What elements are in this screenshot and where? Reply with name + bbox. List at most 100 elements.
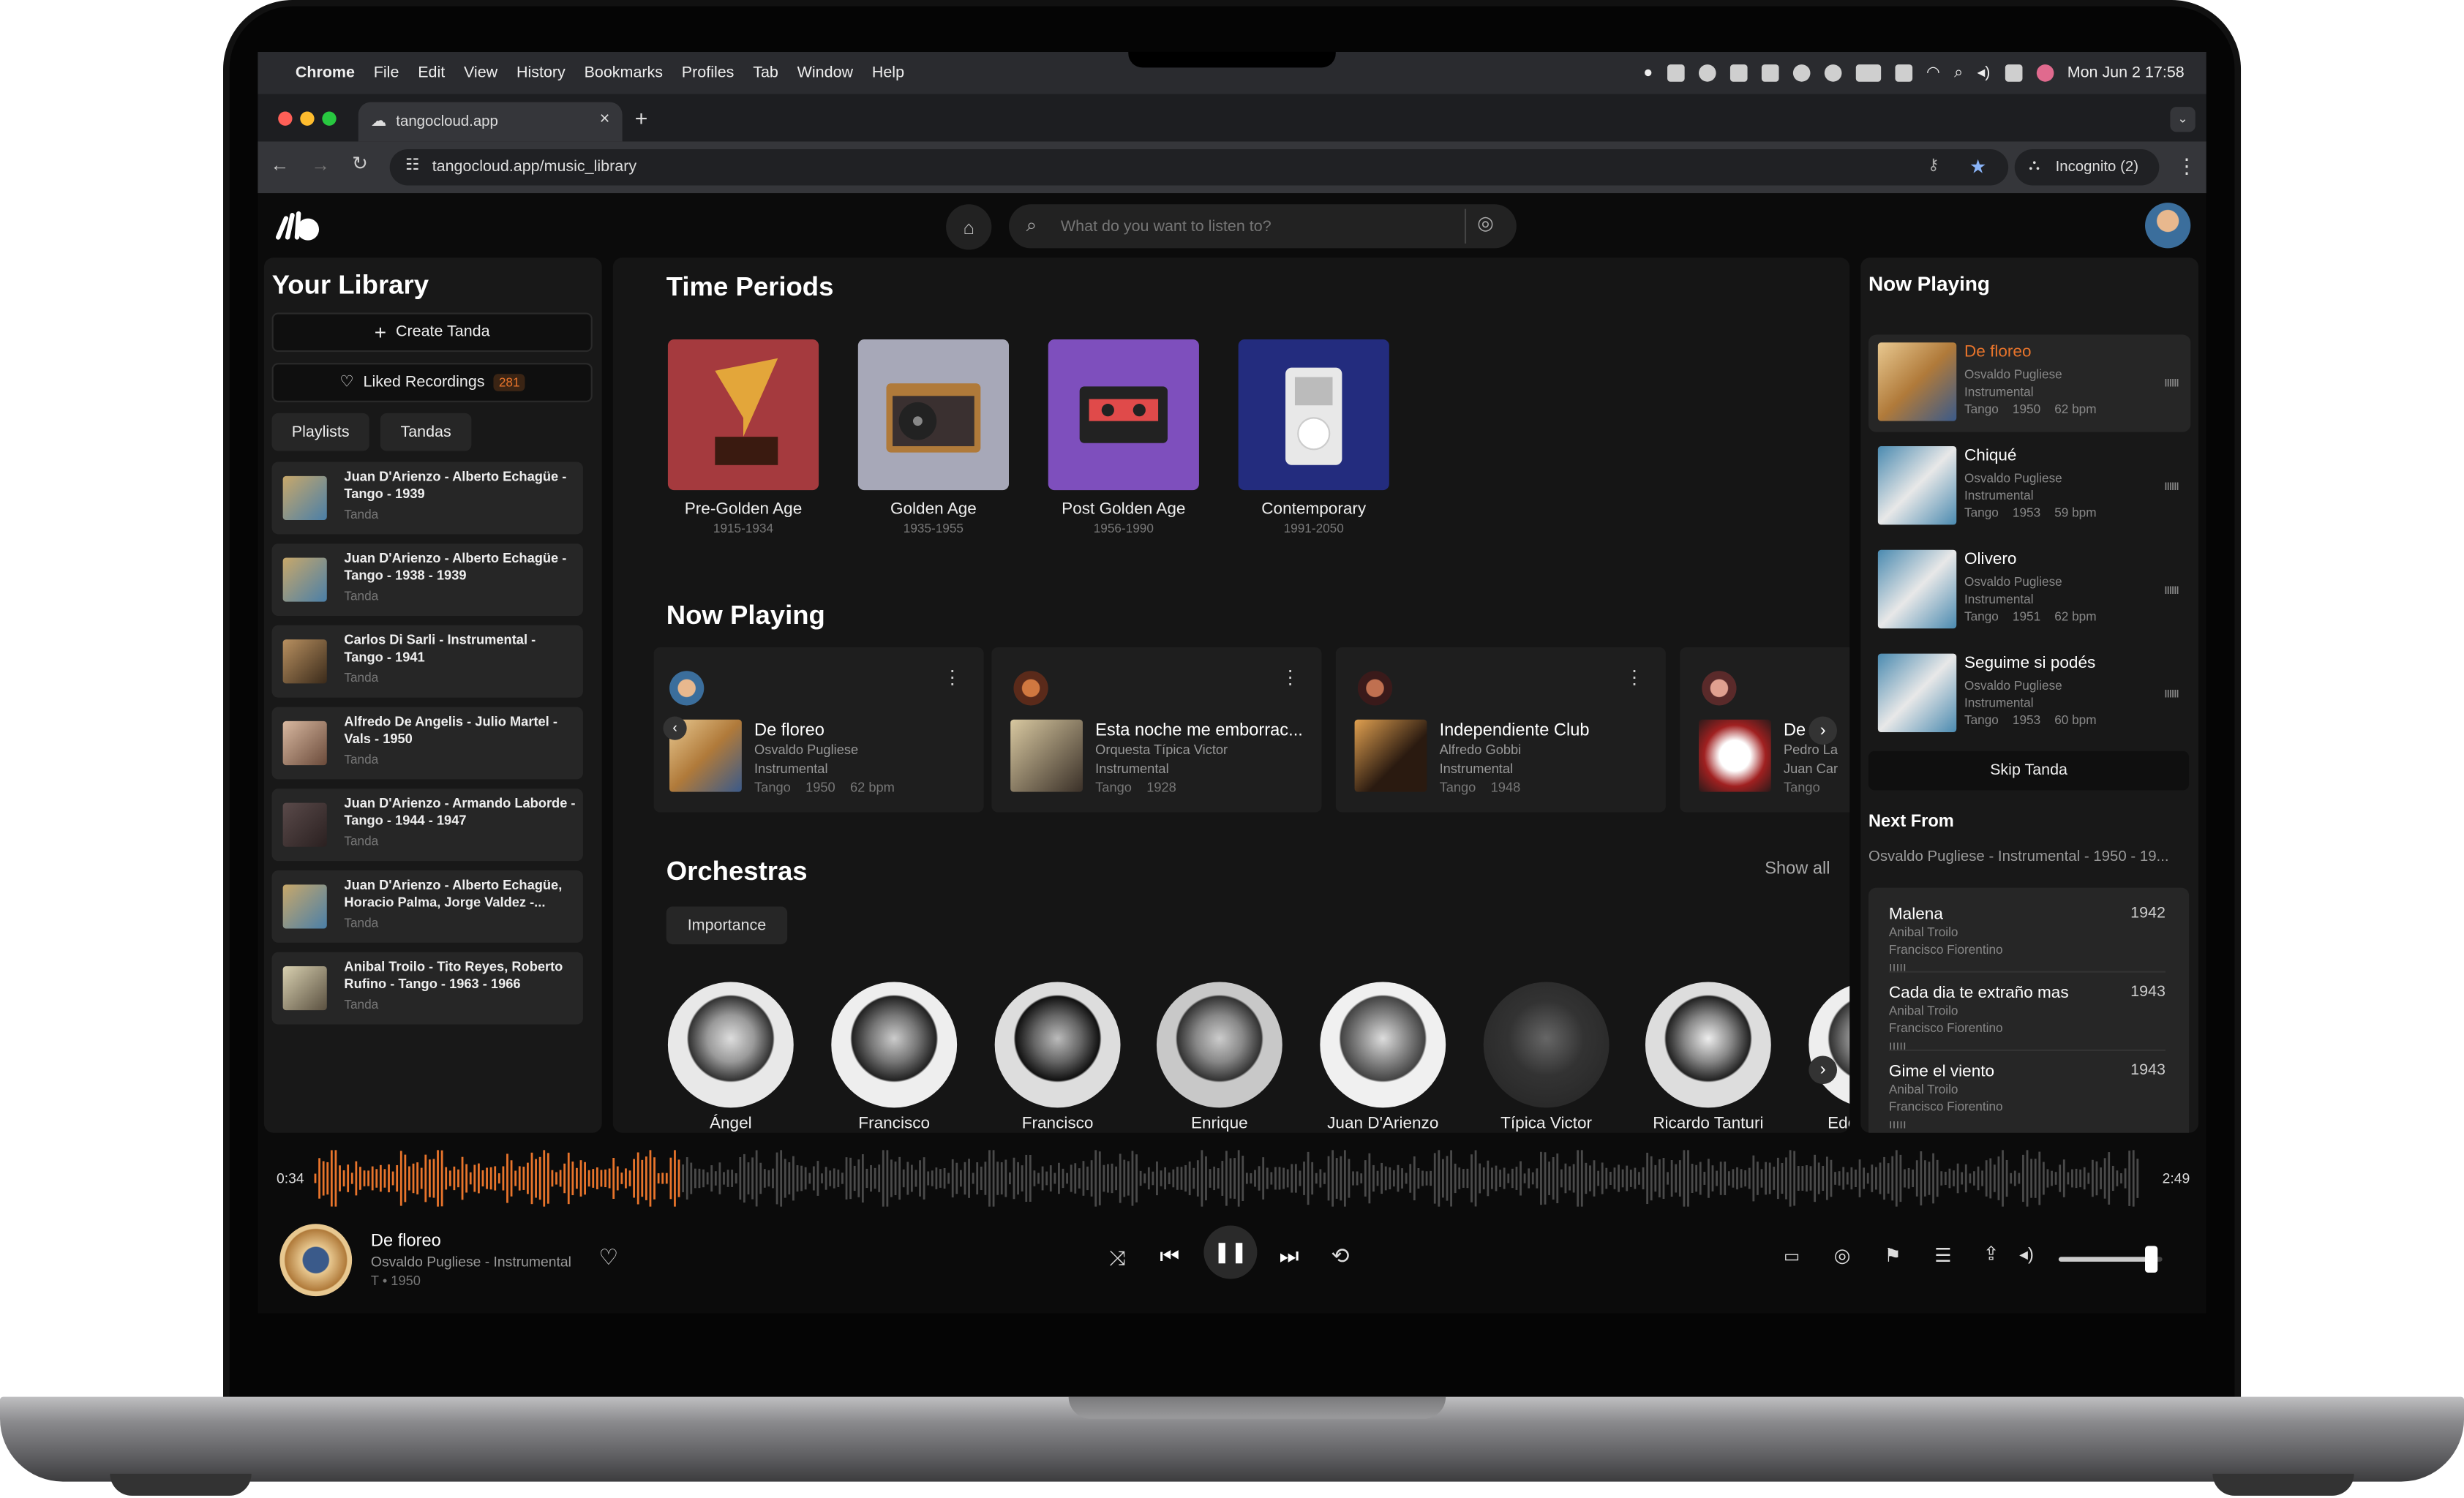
- queue-item[interactable]: Olivero Osvaldo Pugliese Instrumental Ta…: [1868, 542, 2190, 639]
- orchestra-avatar[interactable]: [1645, 982, 1771, 1108]
- spotlight-search-icon[interactable]: ⌕: [1954, 64, 1963, 82]
- new-tab-icon[interactable]: +: [635, 105, 648, 130]
- menu-edit[interactable]: Edit: [418, 64, 445, 82]
- listener-avatar[interactable]: [1702, 671, 1737, 706]
- record-dot-icon[interactable]: ●: [1643, 64, 1653, 82]
- password-key-icon[interactable]: ⚷: [1928, 157, 1939, 175]
- close-tab-icon[interactable]: ×: [600, 110, 610, 129]
- device-icon[interactable]: ▭: [1784, 1246, 1800, 1267]
- menu-file[interactable]: File: [374, 64, 399, 82]
- next-item[interactable]: Cada dia te extraño mas 1943 Anibal Troilo…: [1889, 984, 2166, 1053]
- orchestra-name[interactable]: Edgar: [1790, 1114, 1849, 1133]
- carousel-prev-button[interactable]: ‹: [663, 716, 687, 740]
- importance-filter-chip[interactable]: Importance: [666, 906, 788, 944]
- target-icon[interactable]: ◎: [1834, 1244, 1851, 1266]
- now-playing-card[interactable]: ⋮ ‹ De floreo Osvaldo Pugliese Instrumen…: [653, 647, 984, 813]
- tab-playlists[interactable]: Playlists: [271, 413, 369, 451]
- tanda-item[interactable]: Juan D'Arienzo - Alberto Echagüe, Horaci…: [271, 870, 583, 943]
- player-title[interactable]: De floreo: [371, 1232, 441, 1251]
- orchestra-name[interactable]: Juan D'Arienzo: [1302, 1114, 1465, 1133]
- tanda-item[interactable]: Juan D'Arienzo - Alberto Echagüe - Tango…: [271, 543, 583, 617]
- create-tanda-button[interactable]: + Create Tanda: [271, 312, 593, 353]
- cloud-icon[interactable]: [1729, 64, 1748, 82]
- orchestras-next-button[interactable]: ›: [1808, 1055, 1838, 1085]
- tanda-item[interactable]: Juan D'Arienzo - Armando Laborde - Tango…: [271, 788, 583, 862]
- tanda-item[interactable]: Juan D'Arienzo - Alberto Echagüe - Tango…: [271, 462, 583, 535]
- orchestra-name[interactable]: Enrique: [1138, 1114, 1301, 1133]
- search-input[interactable]: [1060, 211, 1454, 241]
- user-avatar[interactable]: [2145, 203, 2191, 249]
- address-bar[interactable]: ☷ tangocloud.app/music_library ⚷ ★: [389, 149, 2009, 186]
- forward-icon[interactable]: →: [311, 154, 330, 176]
- orchestra-name[interactable]: Ricardo Tanturi: [1626, 1114, 1789, 1133]
- more-options-icon[interactable]: ⋮: [1281, 666, 1300, 688]
- next-item[interactable]: Gime el viento 1943 Anibal Troilo Francisco…: [1889, 1062, 2166, 1132]
- listener-avatar[interactable]: [1357, 671, 1393, 706]
- menu-tab[interactable]: Tab: [753, 64, 778, 82]
- listener-avatar[interactable]: [669, 671, 705, 706]
- waveform-seekbar[interactable]: [258, 1150, 2206, 1207]
- now-playing-card[interactable]: ⋮ Independiente Club Alfredo Gobbi Instr…: [1335, 647, 1666, 813]
- screen-mirror-icon[interactable]: [1895, 64, 1912, 82]
- volume-slider[interactable]: [2058, 1246, 2163, 1273]
- orchestra-avatar[interactable]: [831, 982, 958, 1108]
- drive-icon[interactable]: [1761, 64, 1779, 82]
- liked-recordings-button[interactable]: ♡ Liked Recordings 281: [271, 363, 593, 402]
- current-track-art[interactable]: [279, 1224, 353, 1297]
- tangocloud-logo[interactable]: [272, 209, 323, 244]
- next-item[interactable]: Malena 1942 Anibal Troilo Francisco Fiorent…: [1889, 905, 2166, 974]
- menubar-clock[interactable]: Mon Jun 2 17:58: [2067, 64, 2185, 82]
- sync-icon[interactable]: [1698, 64, 1716, 82]
- orchestra-avatar[interactable]: [1483, 982, 1610, 1108]
- menu-window[interactable]: Window: [797, 64, 853, 82]
- menu-app-name[interactable]: Chrome: [296, 64, 355, 82]
- repeat-icon[interactable]: ⟲: [1331, 1243, 1349, 1270]
- orchestra-name[interactable]: Francisco: [813, 1114, 976, 1133]
- incognito-badge[interactable]: ⛬ Incognito (2): [2014, 149, 2160, 186]
- battery-icon[interactable]: [1855, 64, 1881, 82]
- back-icon[interactable]: ←: [270, 154, 289, 176]
- minimize-window-button[interactable]: [300, 111, 315, 126]
- orchestra-avatar[interactable]: [1320, 982, 1446, 1108]
- queue-item[interactable]: Seguime si podés Osvaldo Pugliese Instru…: [1868, 646, 2190, 743]
- queue-list-icon[interactable]: ☰: [1934, 1244, 1951, 1266]
- menu-history[interactable]: History: [517, 64, 566, 82]
- browser-tab[interactable]: ☁ tangocloud.app ×: [358, 102, 623, 142]
- skip-tanda-button[interactable]: Skip Tanda: [1868, 750, 2190, 791]
- orchestra-name[interactable]: Francisco: [976, 1114, 1139, 1133]
- control-center-icon[interactable]: [2004, 64, 2022, 82]
- zoom-window-button[interactable]: [322, 111, 337, 126]
- period-card-post-golden-age[interactable]: [1048, 339, 1199, 491]
- tanda-item[interactable]: Alfredo De Angelis - Julio Martel - Vals…: [271, 707, 583, 780]
- browser-menu-icon[interactable]: ⋮: [2176, 154, 2197, 179]
- share-icon[interactable]: ⇪: [1983, 1243, 1999, 1265]
- tanda-item[interactable]: Carlos Di Sarli - Instrumental - Tango -…: [271, 625, 583, 698]
- more-options-icon[interactable]: ⋮: [1625, 666, 1644, 688]
- dropbox-icon[interactable]: [1667, 64, 1685, 82]
- next-track-icon[interactable]: ⏭: [1279, 1243, 1299, 1270]
- orchestra-avatar[interactable]: [1156, 982, 1282, 1108]
- bookmark-star-icon[interactable]: ★: [1969, 156, 1986, 178]
- volume-icon[interactable]: ◂): [1977, 64, 1990, 82]
- queue-item-active[interactable]: De floreo Osvaldo Pugliese Instrumental …: [1868, 334, 2191, 432]
- listener-avatar[interactable]: [1013, 671, 1048, 706]
- menu-profiles[interactable]: Profiles: [682, 64, 735, 82]
- tanda-item[interactable]: Anibal Troilo - Tito Reyes, Roberto Rufi…: [271, 952, 583, 1025]
- like-heart-icon[interactable]: ♡: [598, 1244, 618, 1271]
- wifi-icon[interactable]: ◠: [1926, 64, 1940, 82]
- volume-icon[interactable]: ◂): [2019, 1244, 2034, 1265]
- menu-view[interactable]: View: [464, 64, 497, 82]
- orchestra-avatar[interactable]: [667, 982, 794, 1108]
- pause-button[interactable]: ❚❚: [1203, 1225, 1258, 1279]
- show-all-link[interactable]: Show all: [1765, 859, 1830, 878]
- orchestra-avatar[interactable]: [994, 982, 1121, 1108]
- tab-search-icon[interactable]: ⌄: [2170, 107, 2196, 132]
- player-artist[interactable]: Osvaldo Pugliese - Instrumental: [371, 1254, 571, 1269]
- tab-tandas[interactable]: Tandas: [380, 413, 472, 451]
- next-from-subtitle[interactable]: Osvaldo Pugliese - Instrumental - 1950 -…: [1868, 848, 2169, 866]
- user-icon[interactable]: [1792, 64, 1811, 82]
- carousel-next-button[interactable]: ›: [1808, 716, 1838, 745]
- browse-compass-icon[interactable]: ◎: [1477, 212, 1494, 234]
- period-card-pre-golden-age[interactable]: [667, 339, 819, 491]
- menu-help[interactable]: Help: [872, 64, 904, 82]
